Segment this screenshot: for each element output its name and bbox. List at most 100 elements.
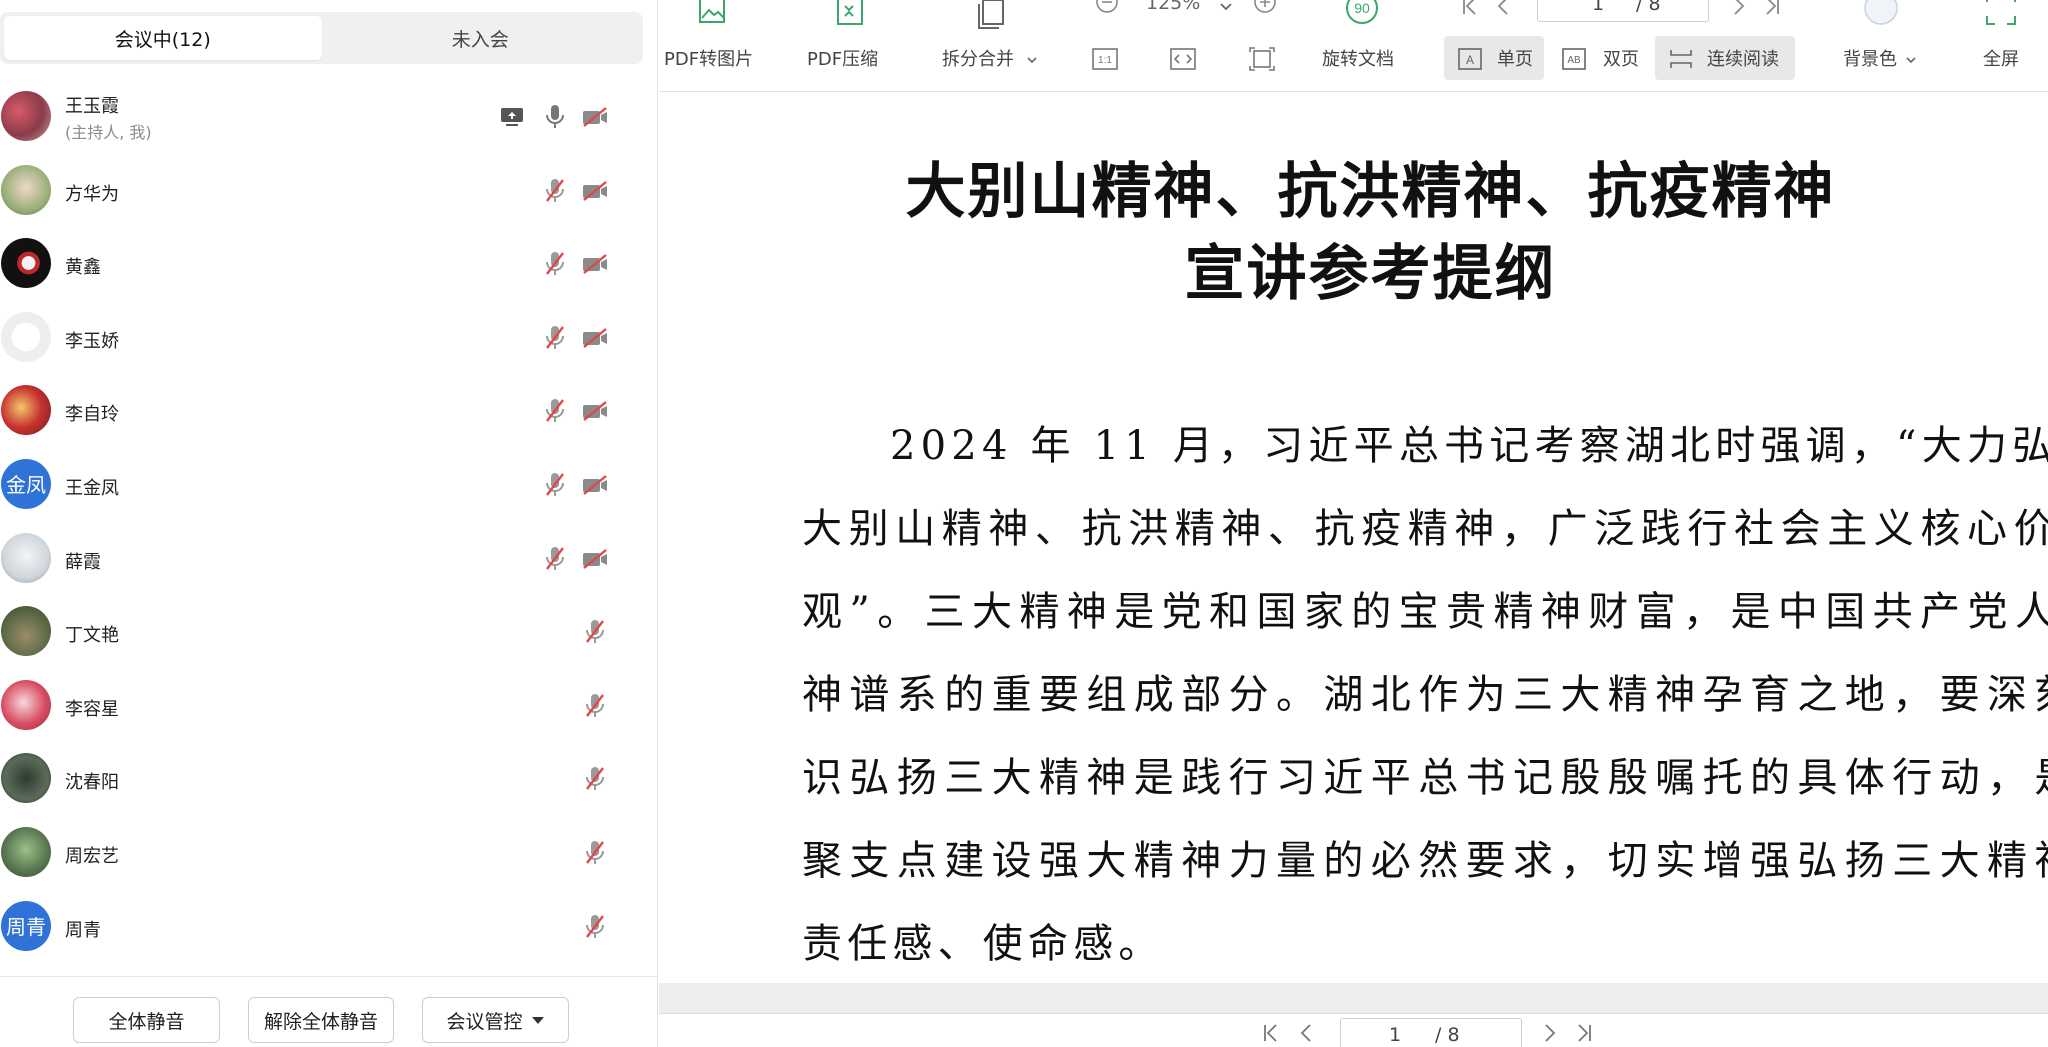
first-page-icon[interactable] (1257, 1022, 1285, 1046)
toolbar-page-box[interactable]: 1 / 8 (1537, 0, 1709, 22)
pdf-compress-button[interactable]: PDF压缩 (807, 45, 878, 71)
continuous-icon (1666, 46, 1696, 72)
participant-row[interactable]: 方华为 (0, 154, 643, 228)
body-line-6: 聚支点建设强大精神力量的必然要求，切实增强弘扬三大精神的 (802, 838, 2048, 884)
continuous-read-button[interactable]: 连续阅读 (1707, 45, 1779, 71)
participant-name: 方华为 (65, 183, 119, 205)
participant-row[interactable]: 黄鑫 (0, 227, 643, 301)
split-merge-label: 拆分合并 (942, 49, 1014, 70)
microphone-muted-icon[interactable] (541, 324, 569, 352)
fit-page-icon[interactable] (1246, 44, 1278, 74)
rotate-icon[interactable]: 90 (1339, 0, 1385, 32)
single-page-button[interactable]: 单页 (1497, 45, 1533, 71)
split-merge-icon[interactable] (968, 0, 1014, 32)
microphone-muted-icon[interactable] (581, 618, 609, 646)
prev-page-icon[interactable] (1489, 0, 1519, 20)
microphone-icon[interactable] (541, 103, 569, 131)
participant-row[interactable]: 沈春阳 (0, 742, 643, 816)
bottom-pager: 1 / 8 (659, 1013, 2048, 1047)
camera-off-icon[interactable] (581, 471, 609, 499)
pdf-viewer: 125% 90 1 / 8 PDF转图片 PDF压缩 拆分合并 1:1 旋转文档… (659, 0, 2048, 1047)
participant-role: (主持人, 我) (65, 123, 152, 142)
svg-text:AB: AB (1567, 55, 1581, 66)
last-page-icon[interactable] (1570, 1022, 1598, 1046)
pdf-to-image-button[interactable]: PDF转图片 (664, 45, 753, 71)
svg-text:1:1: 1:1 (1098, 55, 1112, 66)
next-page-icon[interactable] (1535, 1022, 1563, 1046)
caret-down-icon (531, 1017, 544, 1024)
participant-row[interactable]: 丁文艳 (0, 595, 643, 669)
double-page-button[interactable]: 双页 (1603, 45, 1639, 71)
camera-off-icon[interactable] (581, 250, 609, 278)
pdf-compress-icon[interactable] (827, 0, 873, 32)
pdf-to-image-icon[interactable] (689, 0, 735, 32)
participant-row[interactable]: 周青 周青 (0, 890, 643, 964)
last-page-icon[interactable] (1757, 0, 1787, 20)
document-title-line2: 宣讲参考提纲 (1184, 239, 1557, 309)
microphone-muted-icon[interactable] (541, 177, 569, 205)
meeting-control-label: 会议管控 (446, 1010, 523, 1033)
page-number-box[interactable]: 1 / 8 (1340, 1018, 1522, 1047)
fit-width-icon[interactable] (1167, 44, 1199, 74)
zoom-in-icon[interactable] (1247, 0, 1283, 20)
mute-all-button[interactable]: 全体静音 (73, 997, 220, 1043)
page-gap (659, 983, 2048, 1013)
fullscreen-icon[interactable] (1979, 0, 2023, 32)
participant-row[interactable]: 金凤 王金凤 (0, 448, 643, 522)
microphone-muted-icon[interactable] (541, 397, 569, 425)
avatar (1, 532, 51, 583)
microphone-muted-icon[interactable] (581, 692, 609, 720)
unmute-all-button[interactable]: 解除全体静音 (248, 997, 394, 1043)
actual-size-icon[interactable]: 1:1 (1089, 44, 1121, 74)
zoom-level[interactable]: 125% (1146, 0, 1200, 14)
zoom-out-icon[interactable] (1089, 0, 1125, 20)
tab-not-joined[interactable]: 未入会 (322, 16, 640, 60)
prev-page-icon[interactable] (1293, 1022, 1321, 1046)
participant-footer: 全体静音 解除全体静音 会议管控 (0, 976, 658, 1047)
zoom-dropdown-icon[interactable] (1214, 0, 1238, 20)
background-color-icon[interactable] (1861, 0, 1901, 30)
microphone-muted-icon[interactable] (541, 545, 569, 573)
participant-name: 王金凤 (65, 477, 119, 499)
background-color-button[interactable]: 背景色 (1843, 45, 1917, 71)
avatar (1, 753, 51, 804)
avatar (1, 238, 51, 289)
avatar (1, 311, 51, 362)
avatar (1, 606, 51, 657)
camera-off-icon[interactable] (581, 397, 609, 425)
document-page: 大别山精神、抗洪精神、抗疫精神 宣讲参考提纲 2024 年 11 月，习近平总书… (659, 93, 2048, 983)
camera-off-icon[interactable] (581, 177, 609, 205)
participant-row[interactable]: 李自玲 (0, 374, 643, 448)
tab-in-meeting[interactable]: 会议中(12) (4, 16, 322, 60)
participant-row[interactable]: 薛霞 (0, 522, 643, 596)
meeting-control-button[interactable]: 会议管控 (422, 997, 569, 1043)
body-line-3: 观”。三大精神是党和国家的宝贵精神财富，是中国共产党人精 (802, 589, 2048, 635)
participant-row[interactable]: 李容星 (0, 669, 643, 743)
participant-name: 周宏艺 (65, 845, 119, 867)
fullscreen-button[interactable]: 全屏 (1983, 45, 2019, 71)
toolbar-page-total: / 8 (1636, 0, 1661, 15)
page-current: 1 (1389, 1024, 1402, 1046)
microphone-muted-icon[interactable] (581, 913, 609, 941)
participant-row[interactable]: 李玉娇 (0, 301, 643, 375)
microphone-muted-icon[interactable] (541, 471, 569, 499)
participant-name: 周青 (65, 919, 101, 941)
rotate-button[interactable]: 旋转文档 (1322, 45, 1394, 71)
participant-name: 薛霞 (65, 551, 101, 573)
camera-off-icon[interactable] (581, 324, 609, 352)
chevron-down-icon (1027, 57, 1037, 64)
split-merge-button[interactable]: 拆分合并 (942, 45, 1038, 71)
microphone-muted-icon[interactable] (581, 765, 609, 793)
screen-share-icon[interactable] (498, 103, 526, 131)
participant-row[interactable]: 周宏艺 (0, 816, 643, 890)
body-line-1: 2024 年 11 月，习近平总书记考察湖北时强调，“大力弘扬 (890, 423, 2048, 469)
camera-off-icon[interactable] (581, 545, 609, 573)
next-page-icon[interactable] (1723, 0, 1753, 20)
camera-off-icon[interactable] (581, 103, 609, 131)
participant-row[interactable]: 王玉霞 (主持人, 我) (0, 80, 643, 154)
microphone-muted-icon[interactable] (541, 250, 569, 278)
first-page-icon[interactable] (1455, 0, 1485, 20)
microphone-muted-icon[interactable] (581, 839, 609, 867)
body-line-5: 识弘扬三大精神是践行习近平总书记殷殷嘱托的具体行动，是凝 (802, 755, 2048, 801)
participant-list: 王玉霞 (主持人, 我) 方华为黄鑫 李玉娇 李自玲 金凤 王金凤薛霞丁文艳 李容星 沈春阳周宏… (0, 80, 643, 963)
